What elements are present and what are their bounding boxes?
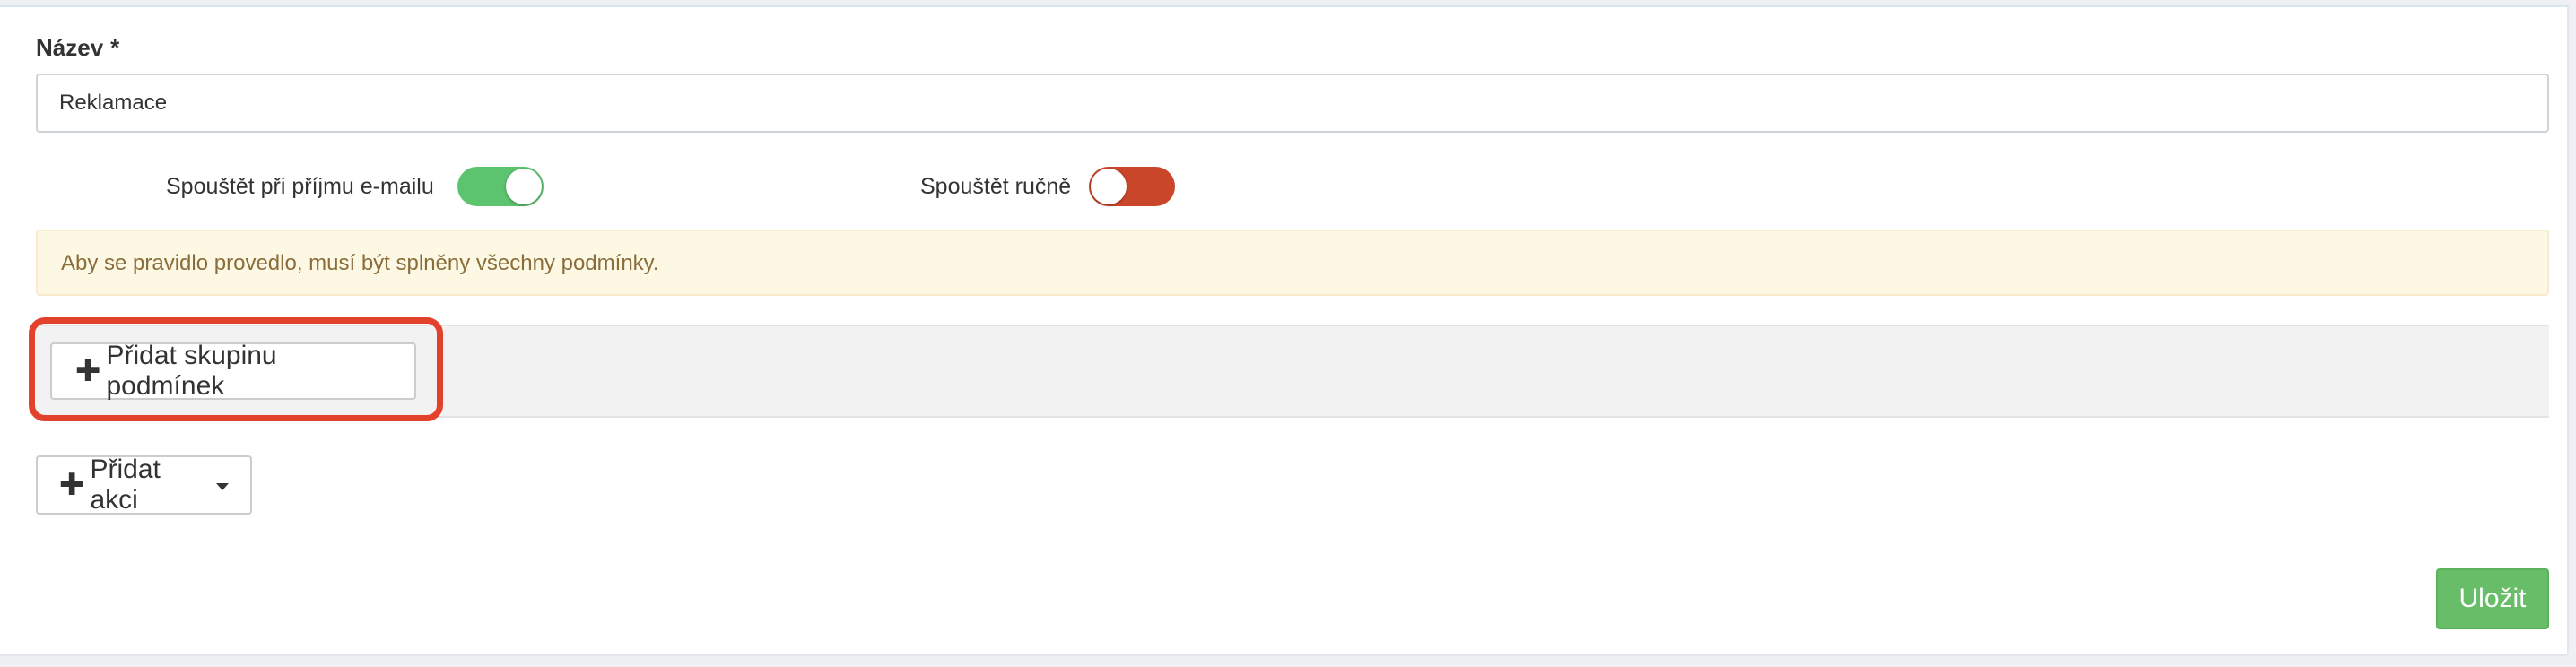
save-button[interactable]: Uložit: [2436, 568, 2549, 629]
toggle-knob: [506, 169, 542, 204]
add-action-dropdown-button[interactable]: ✚ Přidat akci: [36, 455, 252, 515]
toggle-manual[interactable]: [1089, 167, 1175, 206]
add-action-label: Přidat akci: [90, 455, 161, 515]
caret-down-icon: [216, 483, 229, 490]
name-field-label: Název *: [36, 34, 119, 62]
highlight-annotation: [29, 317, 443, 421]
conditions-info-alert: Aby se pravidlo provedlo, musí být splně…: [36, 230, 2549, 296]
name-input[interactable]: [36, 74, 2549, 133]
toggle-label-on-email: Spouštět při příjmu e-mailu: [166, 174, 434, 199]
toggle-label-manual: Spouštět ručně: [920, 174, 1072, 199]
name-label-text: Název: [36, 34, 104, 61]
plus-icon: ✚: [59, 468, 85, 502]
toggle-knob: [1091, 169, 1127, 204]
toggle-on-email[interactable]: [457, 167, 544, 206]
required-mark: *: [110, 34, 120, 61]
